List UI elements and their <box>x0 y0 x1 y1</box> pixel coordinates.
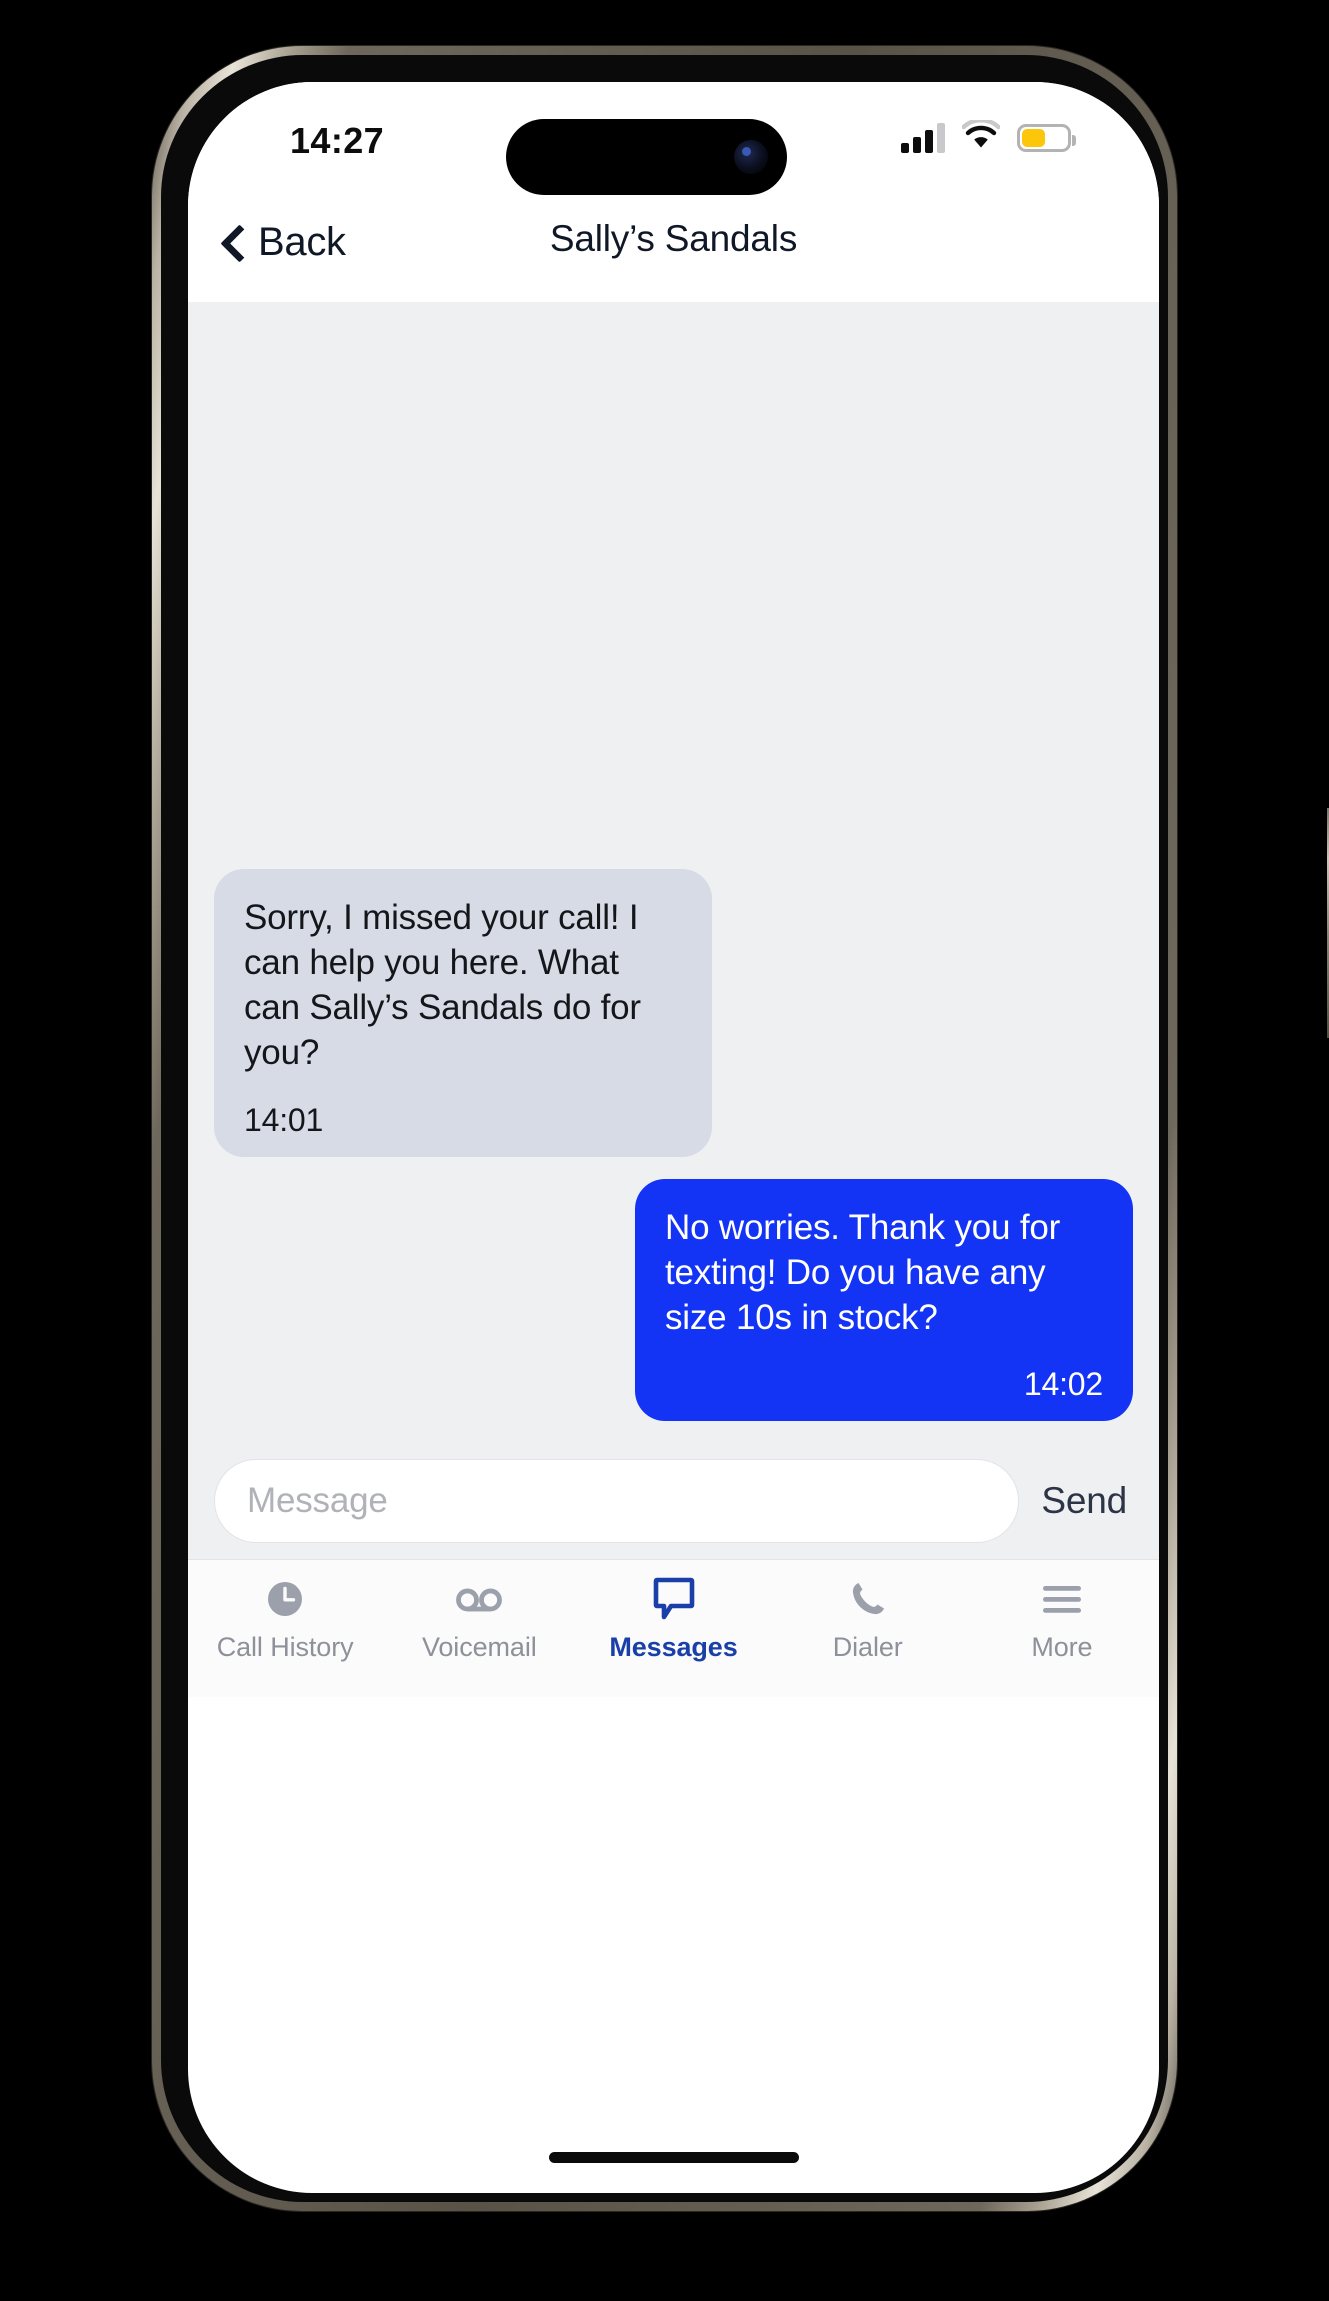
phone-screen: 14:27 Back Sally’s Sandals Sorry, I miss… <box>188 82 1159 2193</box>
message-bubble-incoming[interactable]: Sorry, I missed your call! I can help yo… <box>214 869 712 1157</box>
message-text: Sorry, I missed your call! I can help yo… <box>244 898 651 1073</box>
status-bar: 14:27 <box>188 82 1159 195</box>
tab-dialer[interactable]: Dialer <box>771 1576 965 1697</box>
home-indicator[interactable] <box>548 2152 799 2163</box>
battery-icon <box>1017 123 1076 152</box>
tab-label: More <box>1031 1632 1093 1662</box>
tab-more[interactable]: More <box>965 1576 1159 1697</box>
tab-call-history[interactable]: Call History <box>188 1576 382 1697</box>
message-bubble-outgoing[interactable]: No worries. Thank you for texting! Do yo… <box>635 1178 1133 1421</box>
phone-handset-icon <box>845 1576 891 1622</box>
message-row-incoming: Sorry, I missed your call! I can help yo… <box>214 869 1133 1157</box>
tab-label: Messages <box>609 1632 738 1662</box>
hamburger-menu-icon <box>1039 1576 1085 1622</box>
clock-icon <box>262 1576 308 1622</box>
tab-label: Call History <box>216 1632 354 1662</box>
tab-label: Voicemail <box>421 1632 537 1662</box>
phone-mockup-stage: 14:27 Back Sally’s Sandals Sorry, I miss… <box>0 0 1329 2301</box>
message-text: No worries. Thank you for texting! Do yo… <box>665 1207 1070 1337</box>
page-title: Sally’s Sandals <box>549 218 798 259</box>
status-bar-icons <box>901 117 1076 155</box>
bottom-tab-bar: Call History Voicemail Messages Dialer M… <box>188 1559 1159 1697</box>
message-input[interactable]: Message <box>214 1459 1020 1543</box>
phone-bezel: 14:27 Back Sally’s Sandals Sorry, I miss… <box>161 55 1168 2202</box>
tab-voicemail[interactable]: Voicemail <box>382 1576 576 1697</box>
message-timestamp: 14:02 <box>1023 1366 1103 1402</box>
navigation-bar: Back Sally’s Sandals <box>188 190 1159 302</box>
message-composer: Message Send <box>188 1443 1159 1559</box>
voicemail-icon <box>456 1576 503 1622</box>
status-bar-clock: 14:27 <box>290 120 385 161</box>
conversation-thread[interactable]: Sorry, I missed your call! I can help yo… <box>188 302 1159 1443</box>
send-button[interactable]: Send <box>1037 1480 1133 1522</box>
cellular-signal-icon <box>901 122 945 153</box>
front-camera-lens-icon <box>734 140 768 174</box>
message-timestamp: 14:01 <box>244 1101 324 1138</box>
dynamic-island <box>506 119 787 195</box>
tab-messages[interactable]: Messages <box>576 1576 770 1697</box>
speech-bubble-icon <box>651 1576 697 1622</box>
wifi-icon <box>961 117 1001 155</box>
message-row-outgoing: No worries. Thank you for texting! Do yo… <box>214 1178 1133 1421</box>
phone-frame: 14:27 Back Sally’s Sandals Sorry, I miss… <box>152 46 1329 2211</box>
tab-label: Dialer <box>832 1632 903 1662</box>
battery-fill-level <box>1022 128 1046 147</box>
